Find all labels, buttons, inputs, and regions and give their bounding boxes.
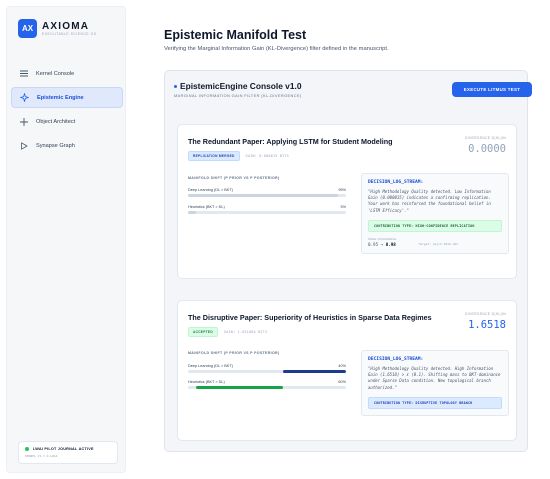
log-body: "High Methodology Quality detected. Low … [368,189,491,213]
console-title: EpistemicEngine Console v1.0 [180,81,302,91]
brand[interactable]: AX AXIOMA EXECUTABLE SCIENCE OS [18,19,97,38]
status-badge: ACCEPTED [188,327,218,337]
live-dot-icon [174,84,177,88]
bar-fill [282,370,346,373]
sidebar-nav: Kernel Console Epistemic Engine Object A… [11,63,123,159]
play-icon [19,141,28,150]
shift-bar-deep-learning: Deep Learning (DL > BKT) 40% [188,364,346,373]
log-title: DECISION_LOG_STREAM: [368,357,424,362]
sparkle-icon [20,93,29,102]
sidebar-item-label: Synapse Graph [36,142,75,149]
menu-icon [19,69,28,78]
engine-console: EpistemicEngine Console v1.0 MARGINAL IN… [164,70,532,452]
divergence-value: 0.0000 [468,143,506,155]
paper-card-disruptive: The Disruptive Paper: Superiority of Heu… [177,300,517,441]
sidebar-item-kernel-console[interactable]: Kernel Console [11,63,123,84]
sidebar-item-label: Kernel Console [36,70,75,77]
sidebar-item-synapse-graph[interactable]: Synapse Graph [11,135,123,156]
divergence-label: DIVERGENCE D(KL)IN [464,312,506,316]
divergence-label: DIVERGENCE D(KL)IN [464,136,506,140]
shift-bar-deep-learning: Deep Learning (DL > BKT) 95% [188,188,346,197]
execute-litmus-test-button[interactable]: EXECUTE LITMUS TEST [452,82,532,97]
manifold-shift-label: MANIFOLD SHIFT (P PRIOR VS P POSTERIOR) [188,351,280,355]
contribution-type: CONTRIBUTION TYPE: HIGH-CONFIDENCE REPLI… [368,219,502,232]
sidebar-item-epistemic-engine[interactable]: Epistemic Engine [11,87,123,108]
confidence-label: NODE CONFIDENCE [368,237,397,241]
brand-logo: AX [18,19,37,38]
paper-card-redundant: The Redundant Paper: Applying LSTM for S… [177,124,517,279]
log-title: DECISION_LOG_STREAM: [368,180,424,185]
contribution-type: CONTRIBUTION TYPE: DISRUPTIVE TOPOLOGY B… [368,396,502,409]
bar-track [188,370,346,373]
bar-label: Heuristics (BKT > DL) [188,205,225,209]
bar-fill [188,211,196,214]
gain-value: GAIN: 0.000015 BITS [245,154,290,158]
bar-track [188,386,346,389]
journal-status: LWAI PILOT JOURNAL ACTIVE KERNEL V1.7.0-… [18,441,118,464]
brand-tagline: EXECUTABLE SCIENCE OS [42,31,97,36]
status-badge: REPLICATION MERGED [188,151,240,161]
page-title: Epistemic Manifold Test [164,28,307,42]
sidebar-item-label: Epistemic Engine [37,94,84,101]
bar-percent: 5% [340,205,347,209]
paper-title: The Redundant Paper: Applying LSTM for S… [188,137,393,146]
kernel-version: KERNEL V1.7.0-LWAI [25,454,58,458]
divergence-value: 1.6518 [468,319,506,331]
gain-value: GAIN: 1.651804 BITS [223,330,268,334]
plus-icon [19,117,28,126]
bar-fill [195,386,283,389]
log-body: "High Methodology Quality detected. High… [368,366,501,390]
shift-bar-heuristics: Heuristics (BKT > DL) 60% [188,380,346,389]
bar-track [188,211,346,214]
target-node: Target: psych-2015-dkt [418,241,459,246]
journal-label: LWAI PILOT JOURNAL ACTIVE [33,447,94,451]
decision-log: DECISION_LOG_STREAM: "High Methodology Q… [361,350,509,416]
bar-percent: 95% [338,188,346,192]
brand-name: AXIOMA [42,20,90,32]
bar-fill [188,194,339,197]
sidebar-item-object-architect[interactable]: Object Architect [11,111,123,132]
confidence-change: 0.95 → 0.98 [368,241,396,247]
bar-label: Deep Learning (DL > BKT) [188,364,233,368]
page-subtitle: Verifying the Marginal Information Gain … [164,46,389,52]
decision-log: DECISION_LOG_STREAM: "High Methodology Q… [361,173,509,254]
paper-title: The Disruptive Paper: Superiority of Heu… [188,313,432,322]
sidebar-item-label: Object Architect [36,118,76,125]
bar-label: Deep Learning (DL > BKT) [188,188,233,192]
sidebar: AX AXIOMA EXECUTABLE SCIENCE OS Kernel C… [6,6,126,473]
bar-percent: 40% [338,364,346,368]
bar-track [188,194,346,197]
status-dot-icon [25,447,29,451]
shift-bar-heuristics: Heuristics (BKT > DL) 5% [188,205,346,214]
bar-label: Heuristics (BKT > DL) [188,380,225,384]
manifold-shift-label: MANIFOLD SHIFT (P PRIOR VS P POSTERIOR) [188,176,280,180]
bar-percent: 60% [338,380,346,384]
console-subtitle: MARGINAL INFORMATION GAIN FILTER (KL-DIV… [174,93,302,98]
